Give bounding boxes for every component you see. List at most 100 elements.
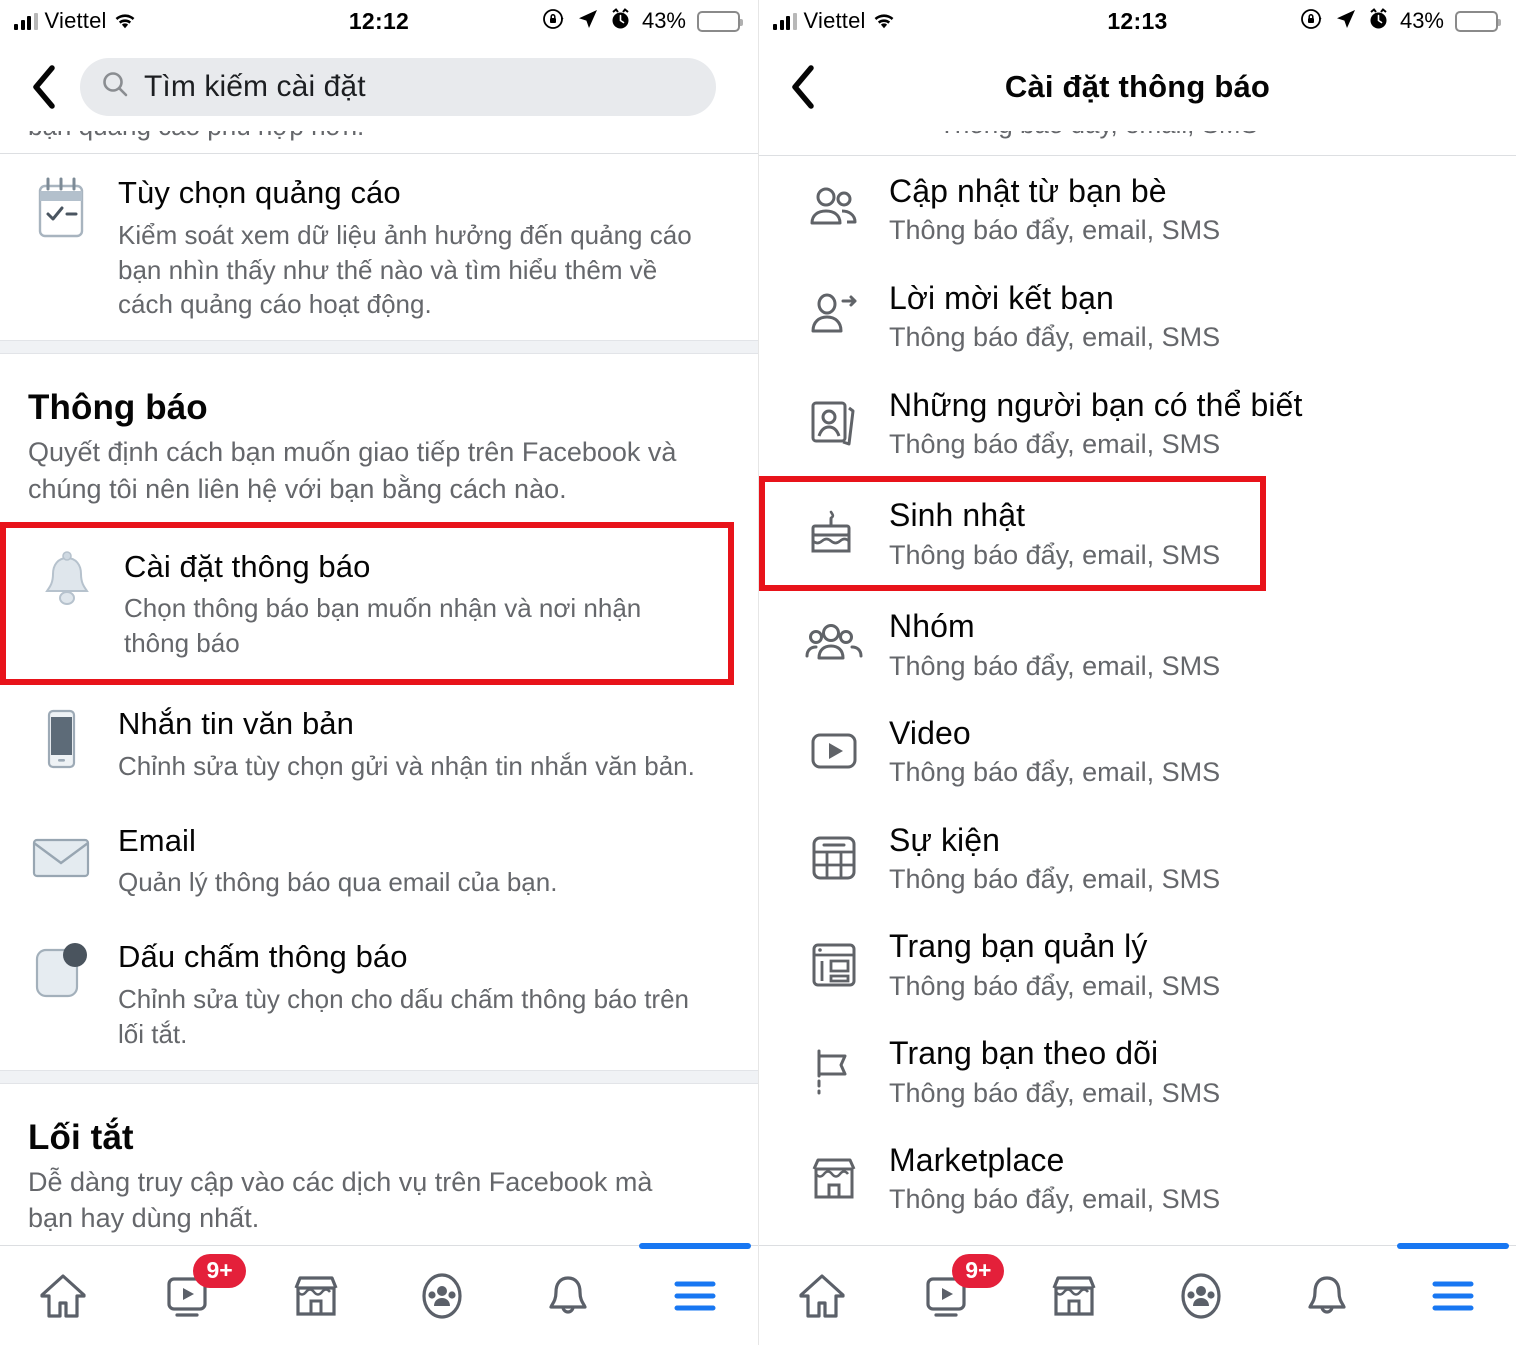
- tab-groups[interactable]: [1138, 1246, 1264, 1345]
- list-item-video[interactable]: Video Thông báo đẩy, email, SMS: [759, 698, 1516, 805]
- status-bar-right: 43%: [542, 7, 743, 36]
- battery-icon: [1455, 10, 1501, 32]
- bottom-tab-bar: 9+: [0, 1245, 758, 1345]
- video-play-icon: [801, 722, 867, 780]
- search-input[interactable]: Tìm kiếm cài đặt: [80, 57, 716, 116]
- tab-marketplace[interactable]: [1011, 1246, 1137, 1345]
- list-item-desc: Kiểm soát xem dữ liệu ảnh hưởng đến quản…: [118, 219, 692, 320]
- list-item-marketplace[interactable]: Marketplace Thông báo đẩy, email, SMS: [759, 1125, 1516, 1232]
- settings-scroll-area[interactable]: bạn quảng cáo phù hợp hơn. Tùy chọn quản…: [0, 131, 758, 1245]
- tab-notifications[interactable]: [1264, 1246, 1390, 1345]
- highlight-box-birthdays: Sinh nhật Thông báo đẩy, email, SMS: [759, 476, 1266, 592]
- tab-watch[interactable]: 9+: [885, 1246, 1011, 1345]
- list-item-desc: Chỉnh sửa tùy chọn cho dấu chấm thông bá…: [118, 983, 689, 1049]
- rotation-lock-icon: [542, 7, 566, 36]
- list-item-birthdays[interactable]: Sinh nhật Thông báo đẩy, email, SMS: [765, 482, 1260, 585]
- list-item-email[interactable]: Email Quản lý thông báo qua email của bạ…: [0, 801, 758, 919]
- clipped-text-top: bạn quảng cáo phù hợp hơn.: [0, 131, 758, 153]
- list-item-title: Sinh nhật: [889, 497, 1026, 534]
- clipped-text-top: Thông báo đẩy, email, SMS: [759, 131, 1516, 155]
- location-arrow-icon: [577, 8, 599, 35]
- list-item-text: Nhắn tin văn bản Chỉnh sửa tùy chọn gửi …: [118, 703, 732, 784]
- tab-marketplace[interactable]: [253, 1246, 379, 1345]
- notepad-checklist-icon: [24, 172, 98, 242]
- list-item-title: Cập nhật từ bạn bè: [889, 173, 1167, 209]
- list-item-title: Marketplace: [889, 1142, 1065, 1179]
- group-people-icon: [801, 616, 867, 674]
- battery-icon: [697, 10, 743, 32]
- page-layout-icon: [801, 936, 867, 994]
- search-placeholder: Tìm kiếm cài đặt: [144, 69, 366, 103]
- list-item-desc: Thông báo đẩy, email, SMS: [889, 1077, 1221, 1108]
- contact-cards-icon: [801, 394, 867, 452]
- battery-percent-label: 43%: [1399, 8, 1444, 33]
- list-item-ad-preferences[interactable]: Tùy chọn quảng cáo Kiểm soát xem dữ liệu…: [0, 154, 758, 341]
- alarm-clock-icon: [610, 7, 631, 35]
- rotation-lock-icon: [1300, 7, 1324, 36]
- section-subtitle: Dễ dàng truy cập vào các dịch vụ trên Fa…: [28, 1166, 653, 1234]
- alarm-clock-icon: [1368, 7, 1389, 35]
- two-people-icon: [801, 180, 867, 238]
- list-item-title: Nhắn tin văn bản: [118, 706, 354, 742]
- list-item-text: Nhóm Thông báo đẩy, email, SMS: [889, 607, 1490, 682]
- list-item-friend-requests[interactable]: Lời mời kết bạn Thông báo đẩy, email, SM…: [759, 263, 1516, 370]
- tab-groups[interactable]: [379, 1246, 505, 1345]
- screen-notification-settings: Viettel 12:13 43% Cài đặt thông báo Cập …: [758, 0, 1516, 1345]
- notification-dot-icon: [24, 936, 98, 1006]
- page-title: Cài đặt thông báo: [1004, 68, 1271, 104]
- tab-menu[interactable]: [632, 1246, 758, 1345]
- page-header: Cài đặt thông báo: [759, 42, 1516, 131]
- list-item-title: Trang bạn theo dõi: [889, 1035, 1159, 1072]
- back-chevron-icon[interactable]: [781, 64, 825, 110]
- list-item-desc: Thông báo đẩy, email, SMS: [889, 757, 1221, 788]
- list-item-desc: Thông báo đẩy, email, SMS: [889, 1184, 1221, 1215]
- status-bar: Viettel 12:13 43%: [759, 0, 1516, 42]
- list-item-groups[interactable]: Nhóm Thông báo đẩy, email, SMS: [759, 591, 1516, 698]
- list-item-title: Những người bạn có thể biết: [889, 386, 1303, 423]
- list-item-people-you-may-know[interactable]: Những người bạn có thể biết Thông báo đẩ…: [759, 370, 1516, 477]
- list-item-pages-you-follow[interactable]: Trang bạn theo dõi Thông báo đẩy, email,…: [759, 1018, 1516, 1125]
- list-item-desc: Thông báo đẩy, email, SMS: [889, 539, 1221, 570]
- list-item-text: Dấu chấm thông báo Chỉnh sửa tùy chọn ch…: [118, 936, 732, 1051]
- notification-settings-scroll-area[interactable]: Thông báo đẩy, email, SMS Cập nhật từ bạ…: [759, 131, 1516, 1245]
- search-icon: [100, 69, 130, 104]
- list-item-title: Dấu chấm thông báo: [118, 939, 408, 975]
- list-item-notification-settings[interactable]: Cài đặt thông báo Chọn thông báo bạn muố…: [6, 527, 728, 680]
- list-item-text-messaging[interactable]: Nhắn tin văn bản Chỉnh sửa tùy chọn gửi …: [0, 685, 758, 802]
- status-bar-right: 43%: [1300, 7, 1501, 36]
- list-item-desc: Thông báo đẩy, email, SMS: [889, 428, 1221, 459]
- person-arrow-icon: [801, 287, 867, 345]
- calendar-grid-icon: [801, 829, 867, 887]
- list-item-text: Trang bạn theo dõi Thông báo đẩy, email,…: [889, 1034, 1490, 1109]
- list-item-title: Tùy chọn quảng cáo: [118, 175, 401, 210]
- section-notifications-header: Thông báo Quyết định cách bạn muốn giao …: [0, 354, 758, 507]
- location-arrow-icon: [1335, 8, 1357, 35]
- highlight-box-notification-settings: Cài đặt thông báo Chọn thông báo bạn muố…: [0, 521, 734, 686]
- bottom-tab-bar: 9+: [759, 1245, 1516, 1345]
- back-chevron-icon[interactable]: [22, 64, 66, 110]
- phone-icon: [24, 703, 98, 773]
- list-item-notification-dots[interactable]: Dấu chấm thông báo Chỉnh sửa tùy chọn ch…: [0, 918, 758, 1070]
- list-item-desc: Thông báo đẩy, email, SMS: [889, 864, 1221, 895]
- list-item-text: Trang bạn quản lý Thông báo đẩy, email, …: [889, 927, 1490, 1002]
- screen-settings-search: Viettel 12:12 43% Tìm kiếm cài đặt Tùy c…: [0, 0, 758, 1345]
- battery-percent-label: 43%: [641, 8, 686, 33]
- list-item-desc: Thông báo đẩy, email, SMS: [889, 970, 1221, 1001]
- list-item-desc: Thông báo đẩy, email, SMS: [889, 322, 1221, 353]
- list-item-events[interactable]: Sự kiện Thông báo đẩy, email, SMS: [759, 805, 1516, 912]
- tab-menu[interactable]: [1390, 1246, 1516, 1345]
- tab-watch[interactable]: 9+: [126, 1246, 252, 1345]
- tab-home[interactable]: [759, 1246, 885, 1345]
- list-item-title: Lời mời kết bạn: [889, 279, 1114, 316]
- envelope-icon: [24, 820, 98, 890]
- tab-home[interactable]: [0, 1246, 126, 1345]
- list-item-title: Trang bạn quản lý: [889, 928, 1148, 965]
- tab-notifications[interactable]: [505, 1246, 631, 1345]
- list-item-friend-updates[interactable]: Cập nhật từ bạn bè Thông báo đẩy, email,…: [759, 156, 1516, 263]
- birthday-cake-icon: [801, 505, 867, 563]
- list-item-text: Sự kiện Thông báo đẩy, email, SMS: [889, 821, 1490, 896]
- search-header: Tìm kiếm cài đặt: [0, 42, 758, 131]
- list-item-text: Cập nhật từ bạn bè Thông báo đẩy, email,…: [889, 172, 1490, 247]
- section-divider-2: [0, 1069, 758, 1084]
- list-item-pages-you-manage[interactable]: Trang bạn quản lý Thông báo đẩy, email, …: [759, 911, 1516, 1018]
